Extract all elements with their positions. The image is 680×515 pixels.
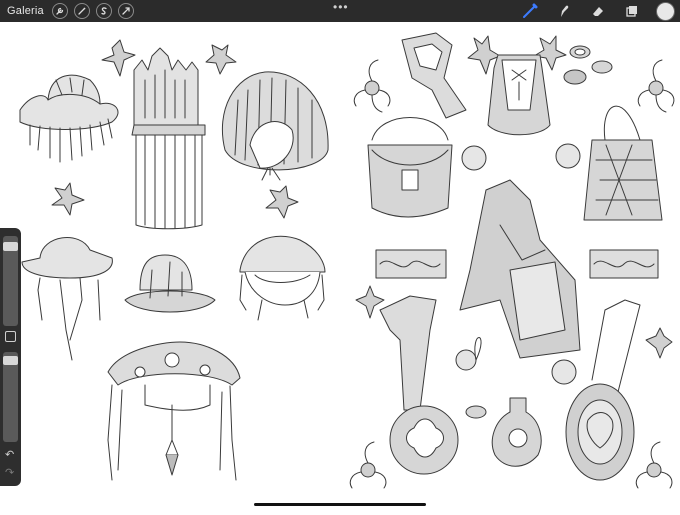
- brush-opacity-thumb[interactable]: [3, 356, 18, 366]
- sparkle-sketch: [355, 285, 385, 319]
- layers-icon: [626, 6, 637, 17]
- gallery-button[interactable]: Galeria: [7, 5, 44, 17]
- flower-ornament-sketch: [635, 441, 673, 489]
- sparkle-sketch: [101, 39, 136, 77]
- more-menu-button[interactable]: •••: [333, 1, 349, 13]
- redo-button[interactable]: ↷: [5, 468, 14, 479]
- braid-band-sketch: [589, 249, 659, 279]
- side-toolbar: ↶ ↷: [0, 228, 21, 486]
- brush-tool[interactable]: [521, 2, 539, 20]
- eraser-icon: [593, 7, 603, 16]
- home-indicator: [254, 503, 426, 506]
- medallion-sketch: [461, 145, 487, 171]
- smudge-tool[interactable]: [555, 2, 573, 20]
- smudge-icon: [561, 5, 569, 18]
- sparkle-sketch: [645, 327, 673, 359]
- selection-button[interactable]: [95, 3, 112, 19]
- sparkle-sketch: [51, 182, 85, 216]
- drawing-canvas[interactable]: [0, 22, 680, 510]
- sparkle-sketch: [265, 185, 299, 219]
- crown-headpiece-sketch: [107, 341, 241, 481]
- satchel-bag-sketch: [367, 117, 453, 218]
- undo-button[interactable]: ↶: [5, 450, 14, 461]
- bucket-hat-sketch: [124, 254, 216, 313]
- pouch-sketch: [487, 54, 551, 136]
- cowboy-hat-sketch: [19, 74, 119, 163]
- selection-s-icon: [101, 7, 107, 15]
- transform-arrow-icon: [122, 7, 130, 15]
- flower-ornament-sketch: [349, 441, 387, 489]
- magic-wand-icon: [78, 7, 86, 15]
- wide-brim-hat-sketch: [21, 237, 113, 361]
- eraser-tool[interactable]: [589, 2, 607, 20]
- brush-size-thumb[interactable]: [3, 242, 18, 252]
- crossbody-bag-sketch: [379, 295, 459, 475]
- bonnet-hair-sketch: [221, 71, 329, 181]
- flower-ornament-sketch: [353, 59, 391, 113]
- brush-opacity-slider[interactable]: [3, 352, 18, 442]
- medallion-sketch: [555, 143, 581, 169]
- helmet-hat-sketch: [239, 235, 326, 321]
- sketch-drawing: [19, 32, 675, 489]
- top-toolbar: Galeria •••: [0, 0, 680, 22]
- braid-band-sketch: [375, 249, 447, 279]
- tote-bag-sketch: [583, 105, 663, 221]
- scarf-sketch: [401, 32, 467, 119]
- brush-icon: [523, 3, 538, 18]
- layers-tool[interactable]: [623, 2, 641, 20]
- adjustments-button[interactable]: [73, 3, 90, 19]
- flower-ornament-sketch: [637, 59, 675, 113]
- right-toolbar: [505, 2, 674, 20]
- tower-crown-sketch: [131, 47, 206, 230]
- modify-button[interactable]: [5, 331, 16, 342]
- transform-button[interactable]: [117, 3, 134, 19]
- wrench-icon: [56, 7, 64, 15]
- medallion-sketch: [551, 359, 577, 385]
- actions-button[interactable]: [51, 3, 68, 19]
- brush-size-slider[interactable]: [3, 236, 18, 326]
- sparkle-sketch: [205, 44, 237, 75]
- rings-sketch: [563, 45, 613, 85]
- backpack-sketch: [459, 179, 581, 359]
- current-color-swatch[interactable]: [657, 2, 674, 20]
